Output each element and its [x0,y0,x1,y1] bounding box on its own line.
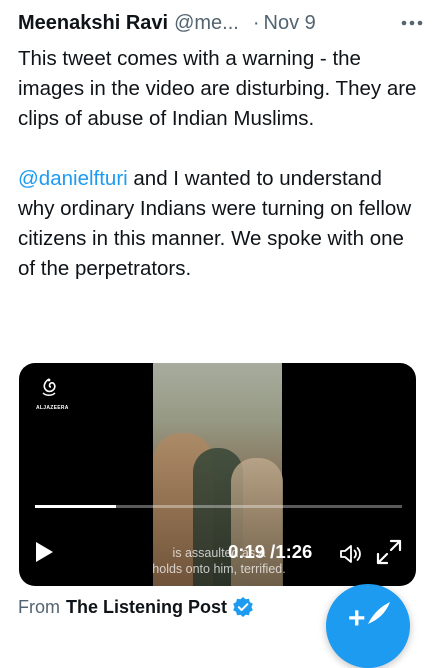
separator-dot: · [252,11,260,34]
aljazeera-logo: ALJAZEERA [36,377,69,411]
more-options-button[interactable] [401,8,423,38]
play-icon [36,542,53,562]
author-handle[interactable]: @me... [174,12,239,35]
tweet-paragraph-2: @danielfturi and I wanted to understand … [18,164,418,284]
fullscreen-button[interactable] [374,537,404,572]
video-progress-bar[interactable] [35,505,402,508]
plus-icon: + [348,602,366,635]
tweet-paragraph-1: This tweet comes with a warning - the im… [18,47,417,130]
source-account-link[interactable]: The Listening Post [66,597,227,618]
verified-badge-icon [232,596,254,618]
video-player[interactable]: ALJAZEERA is assaulted as a holds onto h… [19,363,416,586]
volume-icon [340,545,361,563]
video-duration: 1:26 [275,541,313,562]
video-progress-fill [35,505,116,508]
tweet-header: Meenakshi Ravi @me... · Nov 9 [18,8,423,38]
mention-link[interactable]: @danielfturi [18,167,128,190]
more-horizontal-icon [401,20,423,26]
video-source: From The Listening Post [18,595,254,619]
fullscreen-icon [376,539,402,565]
caption-line: holds onto him, terrified. [152,562,286,576]
play-button[interactable] [34,541,54,568]
compose-tweet-icon [368,602,390,624]
aljazeera-logo-icon [42,378,56,396]
logo-text: ALJAZEERA [36,405,69,411]
author-name[interactable]: Meenakshi Ravi [18,12,168,35]
video-timestamp: 0:19 /1:26 [228,541,312,563]
tweet-text: This tweet comes with a warning - the im… [18,44,418,284]
volume-button[interactable] [339,543,363,570]
source-prefix: From [18,596,60,617]
current-time: 0:19 [228,541,266,562]
tweet-date[interactable]: Nov 9 [264,12,316,35]
compose-tweet-button[interactable]: + [326,584,410,668]
